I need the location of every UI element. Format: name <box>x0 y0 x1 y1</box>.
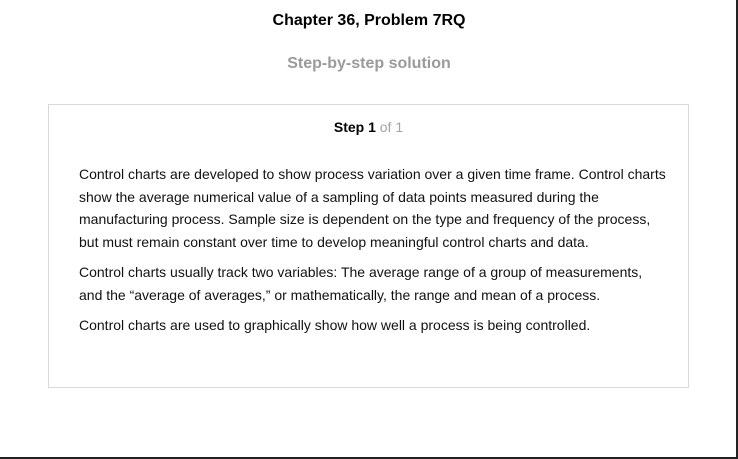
step-paragraph: Control charts are developed to show pro… <box>79 166 666 250</box>
step-count: of 1 <box>379 119 404 135</box>
step-paragraph: Control charts are used to graphically s… <box>79 317 591 333</box>
step-body: Control charts are developed to show pro… <box>79 163 669 345</box>
step-label: Step 1 <box>333 119 376 135</box>
solution-subtitle: Step-by-step solution <box>287 55 451 72</box>
step-paragraph: Control charts usually track two variabl… <box>79 264 643 303</box>
step-header: Step 1 of 1 <box>49 119 688 135</box>
step-card: Step 1 of 1 Control charts are developed… <box>48 104 689 388</box>
page-title: Chapter 36, Problem 7RQ <box>272 12 466 29</box>
